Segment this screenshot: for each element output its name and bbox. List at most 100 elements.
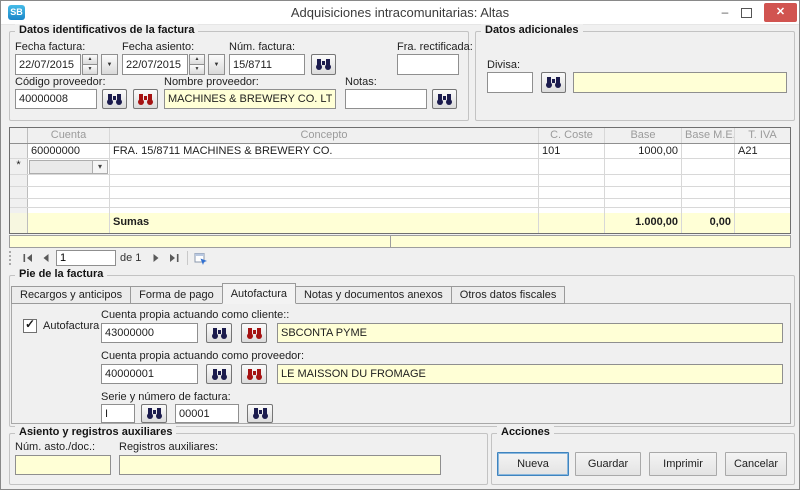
group-title: Datos identificativos de la factura [15,24,198,36]
guardar-button[interactable]: Guardar [575,452,641,476]
num-factura-input[interactable] [229,54,305,75]
cell-tiva[interactable] [735,159,790,174]
maximize-button[interactable] [736,4,756,21]
fecha-asiento-calendar-button[interactable]: ▼ [208,54,225,75]
binoculars-search-icon [212,369,227,380]
cell-concepto[interactable]: FRA. 15/8711 MACHINES & BREWERY CO. [110,144,539,158]
fra-rectificada-input[interactable] [397,54,459,75]
tab-autofactura[interactable]: Autofactura [222,283,296,304]
spin-up-icon[interactable]: ▲ [82,54,98,65]
grid-scrollbar[interactable] [9,235,791,248]
binoculars-search-icon [316,59,331,70]
codigo-proveedor-label: Código proveedor: [15,76,106,88]
last-record-button[interactable] [165,250,183,266]
minimize-icon: – [722,5,729,19]
serie-input[interactable] [101,404,135,423]
binoculars-search-icon [546,77,561,88]
nombre-proveedor-label: Nombre proveedor: [164,76,259,88]
window-title: Adquisiciones intracomunitarias: Altas [1,5,799,20]
divisa-input[interactable] [487,72,533,93]
cuenta-proveedor-input[interactable] [101,364,198,384]
codigo-proveedor-input[interactable] [15,89,97,109]
cuenta-cliente-search-button[interactable] [206,323,232,343]
fecha-factura-label: Fecha factura: [15,41,85,53]
fecha-factura-spinner[interactable]: ▲▼ [82,54,98,75]
record-number-input[interactable] [56,250,116,266]
binoculars-search-icon [437,94,452,105]
check-icon: ✓ [25,317,35,331]
cuenta-cliente-edit-button[interactable] [241,323,267,343]
next-record-button[interactable] [147,250,165,266]
cell-ccoste[interactable] [539,159,605,174]
cell-base[interactable]: 1000,00 [605,144,682,158]
chevron-down-icon[interactable]: ▾ [92,161,107,173]
notas-label: Notas: [345,76,377,88]
binoculars-search-icon [107,94,122,105]
close-icon: ✕ [776,6,785,18]
first-record-button[interactable] [18,250,36,266]
drag-handle[interactable] [9,251,14,265]
col-header-ccoste: C. Coste [539,128,605,143]
cuenta-cliente-input[interactable] [101,323,198,343]
cell-concepto[interactable] [110,159,539,174]
fecha-factura-input[interactable] [15,54,81,75]
tab-notas-documentos-anexos[interactable]: Notas y documentos anexos [295,286,452,304]
spin-up-icon[interactable]: ▲ [189,54,205,65]
cell-cuenta[interactable]: 60000000 [28,144,110,158]
row-selector [10,144,28,158]
cell-baseme[interactable] [682,144,735,158]
new-row-marker: * [10,159,28,174]
imprimir-button[interactable]: Imprimir [649,452,717,476]
codigo-proveedor-search-button[interactable] [102,89,127,109]
serie-search-button[interactable] [141,404,167,423]
tab-forma-pago[interactable]: Forma de pago [130,286,223,304]
cuenta-proveedor-label: Cuenta propia actuando como proveedor: [101,350,304,362]
tab-otros-datos-fiscales[interactable]: Otros datos fiscales [451,286,566,304]
chevron-down-icon: ▼ [214,62,220,68]
nombre-proveedor-field [164,89,336,109]
spin-down-icon[interactable]: ▼ [82,65,98,75]
notas-search-button[interactable] [432,89,457,109]
binoculars-red-icon [247,369,262,380]
cell-cuenta-editor: ▾ [28,159,110,174]
cell-baseme[interactable] [682,159,735,174]
group-title: Datos adicionales [481,24,583,36]
minimize-button[interactable]: – [715,4,735,21]
cancelar-button[interactable]: Cancelar [725,452,787,476]
divisa-search-button[interactable] [541,72,566,93]
sums-label: Sumas [110,213,539,233]
cell-base[interactable] [605,159,682,174]
num-factura-search-button[interactable] [311,54,336,75]
tab-recargos-anticipos[interactable]: Recargos y anticipos [11,286,131,304]
last-record-icon [169,253,180,263]
nueva-button[interactable]: Nueva [497,452,569,476]
cuenta-proveedor-nombre-field [277,364,783,384]
col-header-base: Base [605,128,682,143]
cell-ccoste[interactable]: 101 [539,144,605,158]
fecha-asiento-spinner[interactable]: ▲▼ [189,54,205,75]
invoice-lines-grid: Cuenta Concepto C. Coste Base Base M.E. … [9,127,791,234]
num-asto-label: Núm. asto./doc.: [15,441,95,453]
spin-down-icon[interactable]: ▼ [189,65,205,75]
notas-input[interactable] [345,89,427,109]
cell-tiva[interactable]: A21 [735,144,790,158]
fecha-asiento-label: Fecha asiento: [122,41,194,53]
refresh-grid-button[interactable] [192,250,210,266]
dialog-window: SB Adquisiciones intracomunitarias: Alta… [0,0,800,490]
autofactura-checkbox[interactable]: ✓ [23,319,37,333]
numero-factura-input[interactable] [175,404,239,423]
previous-record-icon [40,253,51,263]
numero-search-button[interactable] [247,404,273,423]
cuenta-combo[interactable]: ▾ [29,160,108,174]
previous-record-button[interactable] [36,250,54,266]
fecha-factura-calendar-button[interactable]: ▼ [101,54,118,75]
close-button[interactable]: ✕ [764,3,797,22]
cuenta-proveedor-search-button[interactable] [206,364,232,384]
col-header-cuenta: Cuenta [28,128,110,143]
empty-row [10,175,790,187]
cuenta-proveedor-edit-button[interactable] [241,364,267,384]
fecha-asiento-input[interactable] [122,54,188,75]
record-count-label: de 1 [120,252,141,264]
divisa-label: Divisa: [487,59,520,71]
codigo-proveedor-edit-button[interactable] [133,89,158,109]
